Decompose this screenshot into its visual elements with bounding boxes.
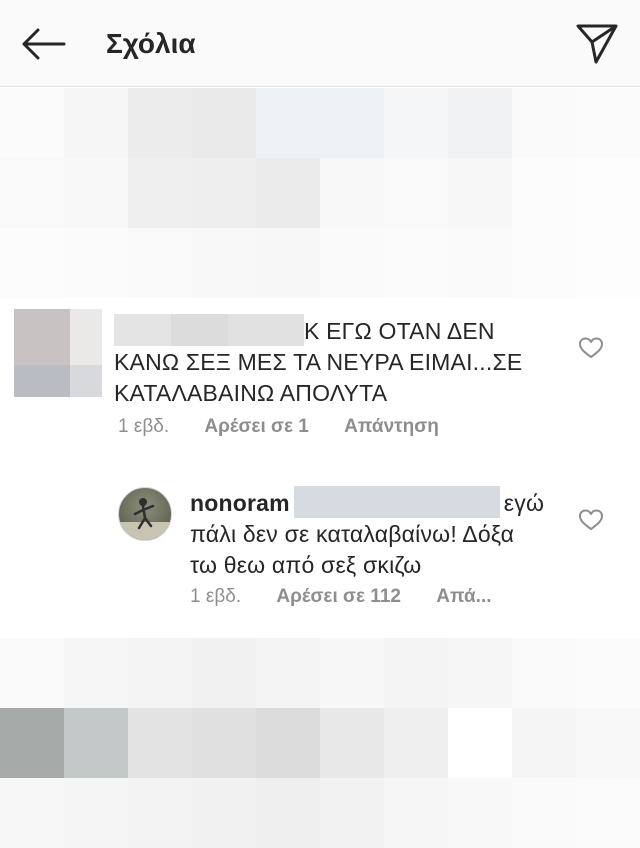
comment-time: 1 εβδ.: [118, 416, 170, 437]
reply-button[interactable]: Απά...: [436, 586, 491, 607]
reply-time: 1 εβδ.: [190, 586, 242, 607]
top-bar: Σχόλια: [0, 0, 640, 87]
heart-outline-icon[interactable]: [578, 508, 604, 532]
reply-item: nonoram εγώ πάλι δεν σε καταλαβαίνω! Δόξα…: [0, 478, 640, 618]
avatar[interactable]: [14, 309, 102, 397]
avatar[interactable]: [118, 487, 172, 541]
reply-text: nonoram εγώ πάλι δεν σε καταλαβαίνω! Δόξα…: [190, 486, 570, 581]
comment-text-line-1: Κ ΕΓΩ ΟΤΑΝ ΔΕΝ: [304, 318, 495, 344]
comment-item: Κ ΕΓΩ ΟΤΑΝ ΔΕΝ ΚΑΝΩ ΣΕΞ ΜΕΣ ΤΑ ΝΕΥΡΑ ΕΙΜ…: [0, 306, 640, 456]
comment-text-line-2: ΚΑΝΩ ΣΕΞ ΜΕΣ ΤΑ ΝΕΥΡΑ ΕΙΜΑΙ...ΣΕ: [114, 349, 523, 375]
reply-button[interactable]: Απάντηση: [344, 416, 439, 437]
comment-text: Κ ΕΓΩ ΟΤΑΝ ΔΕΝ ΚΑΝΩ ΣΕΞ ΜΕΣ ΤΑ ΝΕΥΡΑ ΕΙΜ…: [114, 314, 554, 409]
pixelated-content-top: [0, 88, 640, 298]
comment-text-line-3: ΚΑΤΑΛΑΒΑΙΝΩ ΑΠΟΛΥΤΑ: [114, 380, 388, 406]
person-silhouette-icon: [119, 498, 171, 540]
reply-text-line-3: τω θεω από σεξ σκιζω: [190, 552, 422, 578]
reply-text-line-1: εγώ: [503, 490, 545, 516]
heart-outline-icon[interactable]: [578, 336, 604, 360]
pixelated-content-bottom: [0, 638, 640, 848]
reply-username[interactable]: nonoram: [190, 490, 290, 516]
arrow-left-icon[interactable]: [18, 24, 68, 64]
comment-meta: 1 εβδ. Αρέσει σε 1 Απάντηση: [118, 416, 469, 438]
paper-plane-icon[interactable]: [574, 22, 620, 66]
reply-text-line-2: πάλι δεν σε καταλαβαίνω! Δόξα: [190, 521, 515, 547]
redacted-username: [114, 314, 304, 346]
likes-count-link[interactable]: Αρέσει σε 112: [276, 586, 401, 607]
redacted-mention: [293, 486, 500, 518]
page-title: Σχόλια: [106, 28, 196, 59]
reply-meta: 1 εβδ. Αρέσει σε 112 Απά...: [190, 586, 522, 608]
likes-count-link[interactable]: Αρέσει σε 1: [204, 416, 308, 437]
